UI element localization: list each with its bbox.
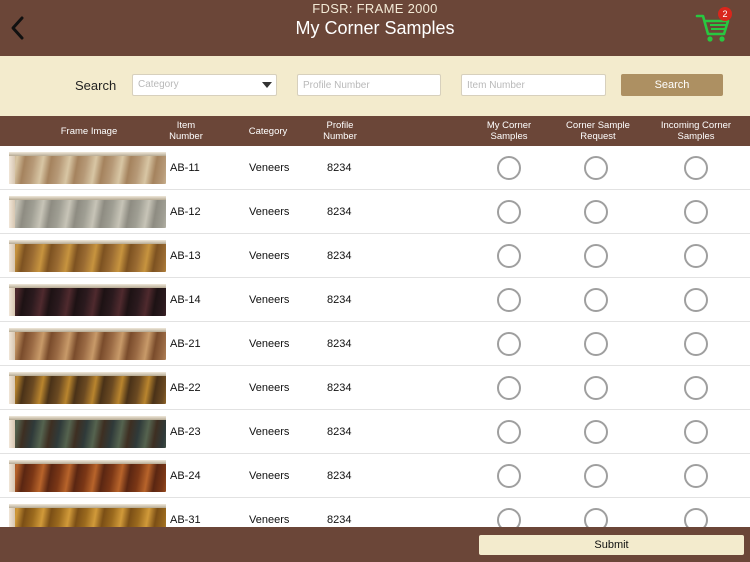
profile-number: 8234 [327, 162, 352, 174]
column-header-incoming-corner-samples: Incoming Corner Samples [660, 120, 732, 142]
table-row: AB-13 Veneers 8234 [0, 234, 750, 278]
column-header-item-number: Item Number [169, 120, 203, 142]
incoming-corner-samples-radio[interactable] [684, 288, 708, 312]
frame-image [9, 196, 166, 228]
incoming-corner-samples-radio[interactable] [684, 376, 708, 400]
search-label: Search [75, 78, 117, 93]
table-header: Frame Image Item Number Category Profile… [0, 116, 750, 146]
cart-count-badge: 2 [718, 7, 732, 21]
profile-number: 8234 [327, 206, 352, 218]
profile-number: 8234 [327, 514, 352, 526]
category-select-value: Category [138, 79, 179, 90]
category: Veneers [249, 426, 290, 438]
page-title: My Corner Samples [295, 18, 455, 38]
item-number: AB-13 [170, 250, 201, 262]
category: Veneers [249, 338, 290, 350]
samples-table[interactable]: AB-11 Veneers 8234 AB-12 Veneers 8234 AB… [0, 146, 750, 527]
item-number: AB-14 [170, 294, 201, 306]
item-number: AB-24 [170, 470, 201, 482]
submit-button[interactable]: Submit [479, 535, 744, 555]
category: Veneers [249, 162, 290, 174]
table-row: AB-14 Veneers 8234 [0, 278, 750, 322]
frame-image [9, 416, 166, 448]
frame-image [9, 328, 166, 360]
my-corner-samples-radio[interactable] [497, 420, 521, 444]
category: Veneers [249, 382, 290, 394]
table-row: AB-21 Veneers 8234 [0, 322, 750, 366]
my-corner-samples-radio[interactable] [497, 332, 521, 356]
profile-number: 8234 [327, 382, 352, 394]
category: Veneers [249, 206, 290, 218]
my-corner-samples-radio[interactable] [497, 200, 521, 224]
frame-image [9, 504, 166, 527]
profile-number: 8234 [327, 294, 352, 306]
column-header-frame-image: Frame Image [60, 125, 118, 137]
frame-image [9, 460, 166, 492]
frame-image [9, 372, 166, 404]
item-number-input[interactable] [461, 74, 606, 96]
table-row: AB-11 Veneers 8234 [0, 146, 750, 190]
corner-sample-request-radio[interactable] [584, 420, 608, 444]
incoming-corner-samples-radio[interactable] [684, 464, 708, 488]
profile-number: 8234 [327, 250, 352, 262]
incoming-corner-samples-radio[interactable] [684, 508, 708, 527]
incoming-corner-samples-radio[interactable] [684, 200, 708, 224]
item-number: AB-31 [170, 514, 201, 526]
category: Veneers [249, 294, 290, 306]
item-number: AB-23 [170, 426, 201, 438]
column-header-corner-sample-request: Corner Sample Request [566, 120, 630, 142]
incoming-corner-samples-radio[interactable] [684, 332, 708, 356]
item-number: AB-22 [170, 382, 201, 394]
app-header: FDSR: FRAME 2000 My Corner Samples 2 [0, 0, 750, 56]
frame-image [9, 152, 166, 184]
category: Veneers [249, 514, 290, 526]
back-button[interactable] [8, 14, 28, 42]
table-row: AB-12 Veneers 8234 [0, 190, 750, 234]
corner-sample-request-radio[interactable] [584, 376, 608, 400]
table-row: AB-24 Veneers 8234 [0, 454, 750, 498]
my-corner-samples-radio[interactable] [497, 464, 521, 488]
corner-sample-request-radio[interactable] [584, 508, 608, 527]
dropdown-arrow-icon [262, 82, 272, 88]
incoming-corner-samples-radio[interactable] [684, 244, 708, 268]
category: Veneers [249, 470, 290, 482]
column-header-category: Category [248, 125, 288, 137]
frame-image [9, 240, 166, 272]
corner-sample-request-radio[interactable] [584, 244, 608, 268]
search-button[interactable]: Search [621, 74, 723, 96]
item-number: AB-12 [170, 206, 201, 218]
my-corner-samples-radio[interactable] [497, 156, 521, 180]
my-corner-samples-radio[interactable] [497, 508, 521, 527]
corner-sample-request-radio[interactable] [584, 288, 608, 312]
corner-sample-request-radio[interactable] [584, 332, 608, 356]
corner-sample-request-radio[interactable] [584, 200, 608, 224]
frame-image [9, 284, 166, 316]
incoming-corner-samples-radio[interactable] [684, 420, 708, 444]
my-corner-samples-radio[interactable] [497, 288, 521, 312]
app-title: FDSR: FRAME 2000 [312, 1, 438, 16]
category-select[interactable]: Category [132, 74, 277, 96]
profile-number: 8234 [327, 470, 352, 482]
table-row: AB-31 Veneers 8234 [0, 498, 750, 527]
table-row: AB-22 Veneers 8234 [0, 366, 750, 410]
corner-sample-request-radio[interactable] [584, 156, 608, 180]
profile-number-input[interactable] [297, 74, 441, 96]
profile-number: 8234 [327, 338, 352, 350]
category: Veneers [249, 250, 290, 262]
chevron-left-icon [11, 16, 24, 40]
my-corner-samples-radio[interactable] [497, 376, 521, 400]
table-row: AB-23 Veneers 8234 [0, 410, 750, 454]
column-header-my-corner-samples: My Corner Samples [486, 120, 532, 142]
corner-sample-request-radio[interactable] [584, 464, 608, 488]
incoming-corner-samples-radio[interactable] [684, 156, 708, 180]
item-number: AB-21 [170, 338, 201, 350]
my-corner-samples-radio[interactable] [497, 244, 521, 268]
profile-number: 8234 [327, 426, 352, 438]
column-header-profile-number: Profile Number [323, 120, 357, 142]
item-number: AB-11 [170, 162, 200, 174]
